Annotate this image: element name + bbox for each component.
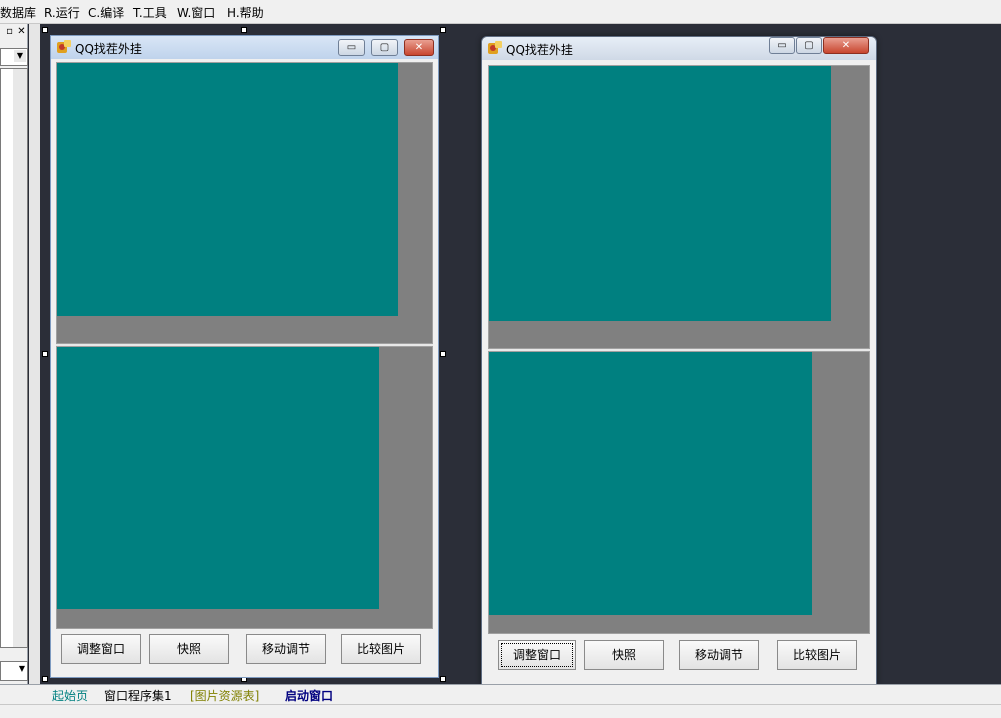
snapshot-button[interactable]: 快照	[149, 634, 229, 664]
snapshot-button[interactable]: 快照	[584, 640, 664, 670]
object-selector[interactable]: ▼	[0, 48, 28, 66]
menu-tools[interactable]: T.工具	[133, 4, 167, 21]
maximize-button[interactable]: ▢	[371, 39, 398, 56]
window-title: QQ找茬外挂	[75, 42, 142, 56]
maximize-button[interactable]: ▢	[796, 37, 822, 54]
resize-handle[interactable]	[42, 351, 48, 357]
property-dropdown[interactable]: ▼	[0, 661, 28, 681]
picture-box-2[interactable]	[57, 347, 379, 609]
tab-start-page[interactable]: 起始页	[52, 687, 88, 704]
picture-pane-top	[488, 65, 870, 349]
design-form-window[interactable]: QQ找茬外挂 ▭ ▢ ✕ 调整窗口 快照 移动调节 比较图片	[50, 35, 439, 678]
resize-handle[interactable]	[440, 676, 446, 682]
resize-handle[interactable]	[440, 27, 446, 33]
resize-handle[interactable]	[440, 351, 446, 357]
menu-window[interactable]: W.窗口	[177, 4, 215, 21]
panel-splitter[interactable]	[29, 24, 40, 684]
adjust-window-button[interactable]: 调整窗口	[498, 640, 576, 670]
property-panel: ▫ ✕ ▼ ▼	[0, 24, 28, 684]
menu-database[interactable]: 数据库	[0, 4, 36, 21]
picture-box-1[interactable]	[489, 66, 831, 321]
compare-images-button[interactable]: 比较图片	[777, 640, 857, 670]
move-adjust-button[interactable]: 移动调节	[246, 634, 326, 664]
picture-box-1[interactable]	[57, 63, 398, 316]
chevron-down-icon[interactable]: ▼	[19, 664, 25, 673]
scrollbar[interactable]	[13, 69, 27, 647]
tab-startup-window[interactable]: 启动窗口	[285, 687, 333, 704]
adjust-window-button[interactable]: 调整窗口	[61, 634, 141, 664]
tab-bar-left	[0, 684, 40, 704]
app-icon	[57, 40, 71, 53]
compare-images-button[interactable]: 比较图片	[341, 634, 421, 664]
window-title: QQ找茬外挂	[506, 43, 573, 57]
move-adjust-button[interactable]: 移动调节	[679, 640, 759, 670]
title-bar[interactable]: QQ找茬外挂 ▭ ▢ ✕	[51, 36, 438, 59]
menu-compile[interactable]: C.编译	[88, 4, 124, 21]
tab-bar: 起始页 窗口程序集1 [图片资源表] 启动窗口	[40, 684, 1001, 704]
tab-image-resources[interactable]: [图片资源表]	[190, 687, 259, 704]
property-list[interactable]	[0, 68, 28, 648]
minimize-button[interactable]: ▭	[338, 39, 365, 56]
picture-box-2[interactable]	[489, 352, 812, 615]
menu-run[interactable]: R.运行	[44, 4, 80, 21]
menu-bar: 数据库 R.运行 C.编译 T.工具 W.窗口 H.帮助	[0, 0, 1001, 24]
menu-help[interactable]: H.帮助	[227, 4, 264, 21]
close-button[interactable]: ✕	[823, 37, 869, 54]
picture-pane-top	[56, 62, 433, 344]
minimize-button[interactable]: ▭	[769, 37, 795, 54]
picture-pane-bottom	[488, 351, 870, 634]
resize-handle[interactable]	[42, 676, 48, 682]
chevron-down-icon[interactable]: ▼	[14, 50, 26, 62]
picture-pane-bottom	[56, 346, 433, 629]
restore-icon[interactable]: ▫	[4, 26, 15, 37]
close-icon[interactable]: ✕	[16, 26, 27, 37]
tab-window-assembly[interactable]: 窗口程序集1	[104, 687, 172, 704]
title-bar[interactable]: QQ找茬外挂 ▭ ▢ ✕	[482, 37, 876, 60]
app-icon	[488, 41, 502, 54]
resize-handle[interactable]	[42, 27, 48, 33]
resize-handle[interactable]	[241, 27, 247, 33]
close-button[interactable]: ✕	[404, 39, 434, 56]
preview-form-window[interactable]: QQ找茬外挂 ▭ ▢ ✕ 调整窗口 快照 移动调节 比较图片	[481, 36, 877, 686]
status-bar	[0, 704, 1001, 718]
